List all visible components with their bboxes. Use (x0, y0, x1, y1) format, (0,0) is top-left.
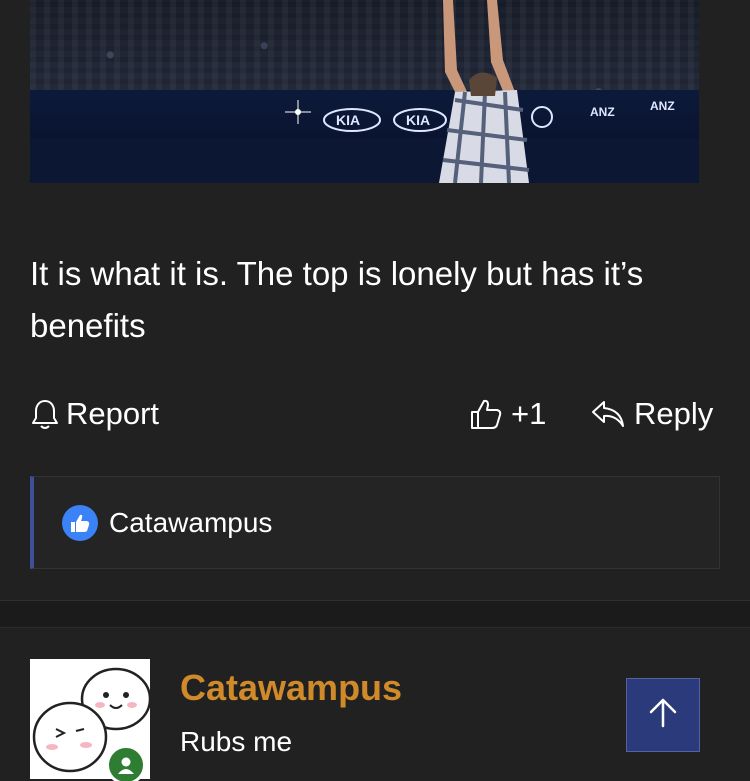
thumbs-up-outline-icon (469, 397, 503, 431)
court-surface (30, 138, 699, 183)
comment-text: It is what it is. The top is lonely but … (30, 255, 644, 344)
comment-divider (0, 600, 750, 628)
sponsor-text-4: ANZ (650, 99, 675, 113)
reply-arrow-icon (590, 399, 626, 429)
sponsor-text-3: ANZ (590, 105, 615, 119)
reaction-user-name[interactable]: Catawampus (109, 507, 272, 539)
report-button[interactable]: Report (30, 393, 159, 435)
like-count: +1 (511, 396, 547, 431)
bell-icon (30, 398, 60, 430)
online-user-badge-icon (106, 745, 146, 781)
reactions-box[interactable]: Catawampus (30, 476, 720, 569)
like-button[interactable]: +1 (469, 393, 546, 435)
reply-label: Reply (634, 396, 714, 431)
thumbs-up-icon (62, 504, 98, 541)
reply-button[interactable]: Reply (590, 393, 713, 435)
sponsor-text-1: KIA (336, 112, 360, 128)
tennis-player-figure (425, 0, 535, 183)
post-image[interactable]: KIA KIA ANZ ANZ (30, 0, 699, 183)
comment-text-2: Rubs me (180, 726, 293, 757)
report-label: Report (66, 396, 160, 431)
scroll-to-top-button[interactable] (626, 678, 700, 752)
advertising-board: KIA KIA ANZ ANZ (30, 90, 699, 138)
comment-username[interactable]: Catawampus (180, 667, 402, 709)
arrow-up-icon (646, 696, 680, 735)
